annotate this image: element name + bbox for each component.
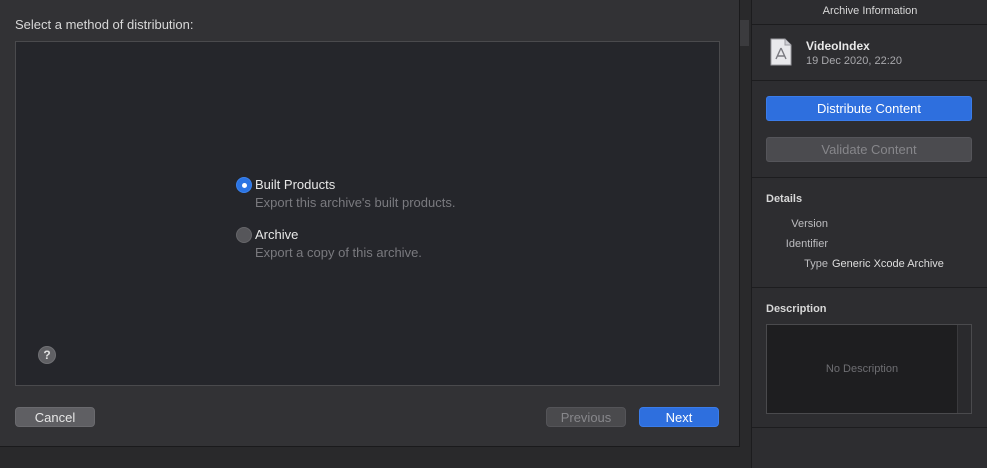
divider bbox=[752, 287, 987, 288]
detail-value: Generic Xcode Archive bbox=[832, 258, 944, 270]
distribution-sheet: Select a method of distribution: Built P… bbox=[0, 0, 740, 447]
scrollbar-thumb[interactable] bbox=[740, 20, 749, 46]
option-label[interactable]: Archive bbox=[255, 227, 298, 242]
divider bbox=[752, 427, 987, 428]
divider bbox=[752, 80, 987, 81]
option-description: Export this archive's built products. bbox=[255, 195, 456, 210]
detail-key: Type bbox=[804, 258, 828, 270]
description-placeholder: No Description bbox=[825, 363, 899, 375]
distribution-window: Select a method of distribution: Built P… bbox=[0, 0, 987, 468]
archive-name: VideoIndex bbox=[806, 39, 870, 53]
next-button[interactable]: Next bbox=[639, 407, 719, 427]
option-label[interactable]: Built Products bbox=[255, 177, 335, 192]
validate-content-button[interactable]: Validate Content bbox=[766, 137, 972, 162]
detail-row-type: Type Generic Xcode Archive bbox=[752, 258, 987, 272]
detail-row-identifier: Identifier bbox=[752, 238, 987, 252]
archive-date: 19 Dec 2020, 22:20 bbox=[806, 55, 903, 67]
inspector-header: Archive Information bbox=[752, 0, 987, 25]
cancel-button[interactable]: Cancel bbox=[15, 407, 95, 427]
description-field[interactable]: No Description bbox=[766, 324, 972, 414]
method-options-panel: Built Products Export this archive's bui… bbox=[15, 41, 720, 386]
detail-row-version: Version bbox=[752, 218, 987, 232]
details-title: Details bbox=[766, 193, 803, 205]
help-icon[interactable]: ? bbox=[38, 346, 56, 364]
archive-file-icon bbox=[770, 38, 792, 66]
radio-selected-icon[interactable] bbox=[236, 177, 252, 193]
detail-key: Identifier bbox=[785, 238, 828, 250]
distribute-content-button[interactable]: Distribute Content bbox=[766, 96, 972, 121]
description-title: Description bbox=[766, 303, 827, 315]
radio-unselected-icon[interactable] bbox=[236, 227, 252, 243]
description-scrollbar[interactable] bbox=[957, 325, 971, 413]
option-description: Export a copy of this archive. bbox=[255, 245, 422, 260]
previous-button[interactable]: Previous bbox=[546, 407, 626, 427]
archive-inspector: Archive Information VideoIndex 19 Dec 20… bbox=[751, 0, 987, 468]
divider bbox=[752, 177, 987, 178]
detail-key: Version bbox=[791, 218, 828, 230]
sheet-title: Select a method of distribution: bbox=[15, 17, 194, 32]
